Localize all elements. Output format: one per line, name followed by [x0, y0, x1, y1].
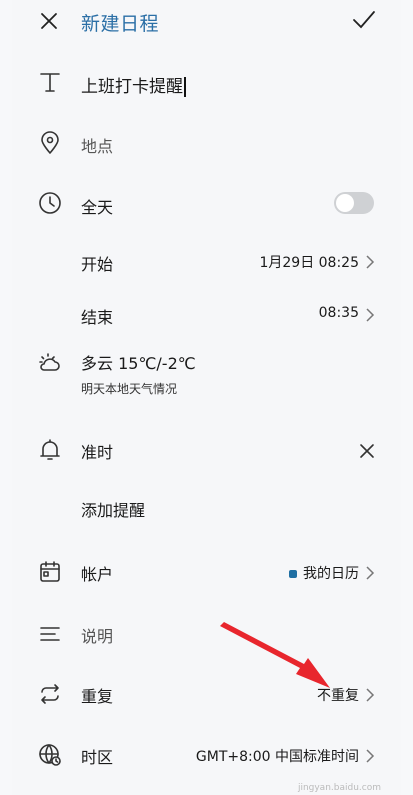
- start-row[interactable]: 开始 1月29日 08:25: [12, 248, 401, 276]
- all-day-label: 全天: [81, 198, 114, 217]
- clock-icon: [36, 189, 64, 217]
- start-value[interactable]: 1月29日 08:25: [259, 252, 359, 272]
- account-label: 帐户: [81, 565, 114, 584]
- annotation-arrow-icon: [218, 622, 338, 692]
- account-value[interactable]: 我的日历: [289, 563, 359, 583]
- remove-reminder-icon[interactable]: [359, 443, 375, 459]
- header-bar: 新建日程: [12, 0, 401, 42]
- chevron-right-icon: [365, 687, 375, 702]
- end-row[interactable]: 结束 08:35: [12, 300, 401, 328]
- location-pin-icon: [36, 129, 64, 157]
- bell-icon: [36, 436, 64, 464]
- add-reminder-row[interactable]: 添加提醒: [12, 494, 401, 522]
- notes-input[interactable]: 说明: [81, 623, 113, 647]
- all-day-toggle[interactable]: [334, 192, 374, 214]
- globe-icon: [36, 741, 64, 769]
- text-cursor: [184, 77, 186, 97]
- end-value[interactable]: 08:35: [319, 305, 359, 321]
- watermark: jingyan.baidu.com: [297, 783, 381, 793]
- reminder-label: 准时: [81, 443, 114, 462]
- notes-row[interactable]: 说明: [12, 620, 401, 648]
- close-icon[interactable]: [36, 8, 62, 34]
- chevron-right-icon: [365, 307, 375, 322]
- account-row[interactable]: 帐户 我的日历: [12, 558, 401, 586]
- event-title-row[interactable]: 上班打卡提醒: [12, 66, 401, 98]
- notes-icon: [36, 620, 64, 648]
- calendar-color-dot: [289, 570, 297, 578]
- text-icon: [36, 68, 64, 96]
- all-day-row: 全天: [12, 189, 401, 221]
- chevron-right-icon: [365, 748, 375, 763]
- confirm-icon[interactable]: [351, 7, 377, 33]
- chevron-right-icon: [365, 254, 375, 269]
- calendar-icon: [36, 558, 64, 586]
- location-row[interactable]: 地点: [12, 127, 401, 159]
- event-title-input[interactable]: 上班打卡提醒: [81, 72, 186, 97]
- cloudy-weather-icon: [36, 349, 64, 377]
- add-reminder-button[interactable]: 添加提醒: [81, 497, 145, 521]
- timezone-label: 时区: [81, 748, 114, 767]
- new-event-screen: 新建日程 上班打卡提醒 地点 全天 开始 1月29日 08:25 结束 08:3…: [12, 0, 401, 795]
- timezone-value[interactable]: GMT+8:00 中国标准时间: [196, 746, 359, 766]
- reminder-row[interactable]: 准时: [12, 436, 401, 464]
- repeat-label: 重复: [81, 687, 114, 706]
- weather-label: 多云 15℃/-2℃: [81, 354, 196, 373]
- start-label: 开始: [81, 255, 114, 274]
- end-label: 结束: [81, 308, 114, 327]
- repeat-icon: [36, 680, 64, 708]
- location-input[interactable]: 地点: [81, 133, 113, 157]
- page-title: 新建日程: [81, 13, 160, 35]
- weather-row: 多云 15℃/-2℃ 明天本地天气情况: [12, 346, 401, 398]
- timezone-row[interactable]: 时区 GMT+8:00 中国标准时间: [12, 741, 401, 769]
- chevron-right-icon: [365, 565, 375, 580]
- repeat-row[interactable]: 重复 不重复: [12, 680, 401, 708]
- toggle-knob: [336, 194, 354, 212]
- weather-subtext: 明天本地天气情况: [81, 382, 178, 396]
